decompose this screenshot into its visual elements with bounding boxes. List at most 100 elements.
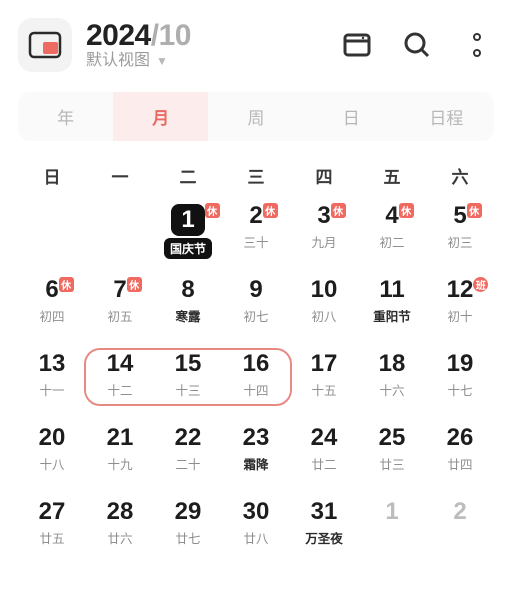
year-label: 2024 <box>86 19 151 52</box>
week-row: 27廿五 28 廿六 29廿七30廿八31万圣夜 1 2 <box>18 494 494 568</box>
day-cell[interactable]: 3休九月 <box>290 198 358 272</box>
day-number-wrap: 1 <box>385 500 398 524</box>
tab-0[interactable]: 年 <box>18 92 113 141</box>
day-cell[interactable]: 10初八 <box>290 272 358 346</box>
day-cell[interactable]: 19十七 <box>426 346 494 420</box>
day-cell[interactable]: 15 十三 <box>154 346 222 420</box>
day-cell[interactable]: 1休国庆节 <box>154 198 222 272</box>
day-sub-label: 廿六 <box>107 528 132 547</box>
day-sub-label: 初五 <box>107 306 132 325</box>
day-cell[interactable]: 22二十 <box>154 420 222 494</box>
day-number: 31 <box>311 500 338 524</box>
day-number-wrap: 21 <box>107 426 134 450</box>
day-number-wrap: 2 <box>453 500 466 524</box>
day-number: 26 <box>447 426 474 450</box>
day-cell[interactable]: 25 廿三 <box>358 420 426 494</box>
day-number-wrap: 15 <box>175 352 202 376</box>
weekday-label: 日 <box>18 163 86 188</box>
tab-4[interactable]: 日程 <box>399 92 494 141</box>
rest-badge: 休 <box>467 203 482 218</box>
day-cell[interactable]: 21十九 <box>86 420 154 494</box>
weekday-label: 三 <box>222 163 290 188</box>
day-number: 6 <box>45 278 58 302</box>
day-number-wrap: 28 <box>107 500 134 524</box>
day-cell[interactable]: 17 十五 <box>290 346 358 420</box>
day-number: 29 <box>175 500 202 524</box>
day-cell[interactable]: 28 廿六 <box>86 494 154 568</box>
day-number-wrap: 23 <box>243 426 270 450</box>
day-number-wrap: 25 <box>379 426 406 450</box>
day-number-wrap: 8 <box>181 278 194 302</box>
header-right <box>340 28 494 62</box>
day-cell[interactable]: 11重阳节 <box>358 272 426 346</box>
day-sub-label: 廿三 <box>379 454 404 473</box>
day-cell[interactable]: 13十一 <box>18 346 86 420</box>
day-sub-label: 十三 <box>175 380 200 399</box>
dot-icon <box>473 49 481 57</box>
day-sub-label: 初十 <box>447 306 472 325</box>
day-cell[interactable]: 2休三十 <box>222 198 290 272</box>
day-number: 3 <box>317 204 330 228</box>
day-cell[interactable]: 5休初三 <box>426 198 494 272</box>
day-cell[interactable]: 31万圣夜 <box>290 494 358 568</box>
day-number-wrap: 29 <box>175 500 202 524</box>
day-number-wrap: 1休 <box>171 204 204 236</box>
calendar-app: 2024/10 默认视图 ▼ <box>0 0 512 600</box>
tab-3[interactable]: 日 <box>304 92 399 141</box>
day-number: 24 <box>311 426 338 450</box>
chevron-down-icon: ▼ <box>156 55 168 68</box>
day-sub-label: 十五 <box>311 380 336 399</box>
day-cell[interactable]: 6休初四 <box>18 272 86 346</box>
day-number-wrap: 17 <box>311 352 338 376</box>
day-number-wrap: 7休 <box>113 278 126 302</box>
work-badge: 班 <box>473 277 488 292</box>
day-number: 28 <box>107 500 134 524</box>
day-cell[interactable]: 23霜降 <box>222 420 290 494</box>
week-row: 20十八21十九22二十23霜降 24 廿二 25 廿三 26 廿四 <box>18 420 494 494</box>
day-cell[interactable]: 30廿八 <box>222 494 290 568</box>
day-cell[interactable]: 2 <box>426 494 494 568</box>
day-number-wrap: 9 <box>249 278 262 302</box>
day-cell[interactable]: 14十二 <box>86 346 154 420</box>
day-number-wrap: 19 <box>447 352 474 376</box>
week-row: 1休国庆节2休三十3休九月4休初二5休初三 <box>18 198 494 272</box>
day-cell[interactable]: 16十四 <box>222 346 290 420</box>
day-number: 16 <box>243 352 270 376</box>
view-selector[interactable]: 默认视图 ▼ <box>86 53 191 70</box>
day-cell[interactable]: 12班初十 <box>426 272 494 346</box>
search-button[interactable] <box>400 28 434 62</box>
day-number: 9 <box>249 278 262 302</box>
month-label: 10 <box>159 19 191 52</box>
day-number: 17 <box>311 352 338 376</box>
day-number-wrap: 2休 <box>249 204 262 228</box>
tab-1[interactable]: 月 <box>113 92 208 141</box>
day-cell[interactable]: 8寒露 <box>154 272 222 346</box>
day-cell[interactable]: 18十六 <box>358 346 426 420</box>
day-cell[interactable]: 27廿五 <box>18 494 86 568</box>
day-number: 1 <box>181 208 194 232</box>
day-cell[interactable]: 26 廿四 <box>426 420 494 494</box>
year-month[interactable]: 2024/10 <box>86 20 191 52</box>
day-sub-label: 廿二 <box>311 454 336 473</box>
tab-2[interactable]: 周 <box>208 92 303 141</box>
app-icon[interactable] <box>18 18 72 72</box>
day-cell[interactable]: 24 廿二 <box>290 420 358 494</box>
day-cell[interactable]: 29廿七 <box>154 494 222 568</box>
day-sub-label: 九月 <box>311 232 336 251</box>
day-number: 14 <box>107 352 134 376</box>
today-button[interactable] <box>340 28 374 62</box>
day-cell[interactable]: 1 <box>358 494 426 568</box>
day-sub-label: 十一 <box>39 380 64 399</box>
day-sub-label: 三十 <box>243 232 268 251</box>
day-cell[interactable]: 7休初五 <box>86 272 154 346</box>
day-sub-label: 廿四 <box>447 454 472 473</box>
day-number: 11 <box>379 278 404 302</box>
day-cell[interactable]: 20十八 <box>18 420 86 494</box>
sep: / <box>151 19 159 52</box>
day-number: 27 <box>39 500 66 524</box>
day-cell[interactable]: 4休初二 <box>358 198 426 272</box>
more-button[interactable] <box>460 28 494 62</box>
day-cell[interactable]: 9初七 <box>222 272 290 346</box>
day-number: 20 <box>39 426 66 450</box>
day-sub-label: 初八 <box>311 306 336 325</box>
